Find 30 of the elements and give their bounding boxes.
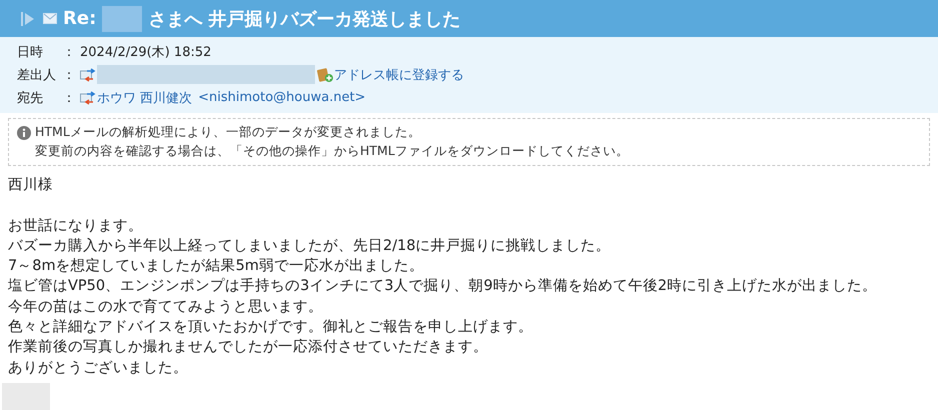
notice-text: HTMLメールの解析処理により、一部のデータが変更されました。 (35, 124, 421, 141)
body-text-line: 色々と詳細なアドバイスを頂いたおかげです。御礼とご報告を申し上げます。 (8, 318, 534, 338)
recipient-address: <nishimoto@houwa.net> (198, 90, 366, 105)
body-text-line: バズーカ購入から半年以上経ってしまいましたが、先日2/18に井戸掘りに挑戦しました。 (8, 236, 612, 256)
recipient-name-link[interactable]: ホウワ 西川健次 (97, 88, 192, 106)
body-text-line: 今年の苗はこの水で育ててみようと思います。 (8, 298, 324, 317)
info-icon (17, 126, 31, 140)
contact-mail-icon[interactable] (80, 66, 96, 82)
body-text-line: 作業前後の写真しか撮れませんでしたが一応添付させていただきます。 (8, 338, 489, 358)
subject-prefix: Re: (63, 8, 96, 29)
date-value: 2024/2/29(木) 18:52 (80, 44, 212, 60)
body-text-line: 塩ビ管はVP50、エンジンポンプは手持ちの3インチにて3人で掘り、朝9時から準備を始めて午後2時に引き上げた水が出ました。 (8, 276, 878, 296)
body-text-line: 7～8mを想定していましたが結果5m弱で一応水が出ました。 (8, 256, 425, 276)
colon: ： (62, 90, 76, 106)
address-book-add-icon[interactable] (317, 66, 333, 82)
email-subject: さまへ 井戸掘りバズーカ発送しました (148, 8, 461, 30)
body-text-line: お世話になります。 (8, 216, 144, 236)
colon: ： (62, 44, 76, 60)
flag-icon[interactable] (21, 10, 35, 26)
body-text-line: 西川様 (8, 176, 54, 195)
redaction-block (102, 6, 142, 32)
field-label: 宛先 (17, 90, 44, 106)
notice-text: 変更前の内容を確認する場合は、「その他の操作」からHTMLファイルをダウンロードしてください。 (35, 143, 629, 160)
field-label: 差出人 (17, 66, 57, 84)
add-to-address-book-link[interactable]: アドレス帳に登録する (334, 66, 464, 84)
field-label: 日時 (17, 44, 44, 60)
colon: ： (62, 66, 76, 84)
contact-mail-icon[interactable] (80, 90, 96, 106)
body-text-line: ありがとうございました。 (8, 358, 189, 378)
envelope-icon (43, 13, 57, 24)
